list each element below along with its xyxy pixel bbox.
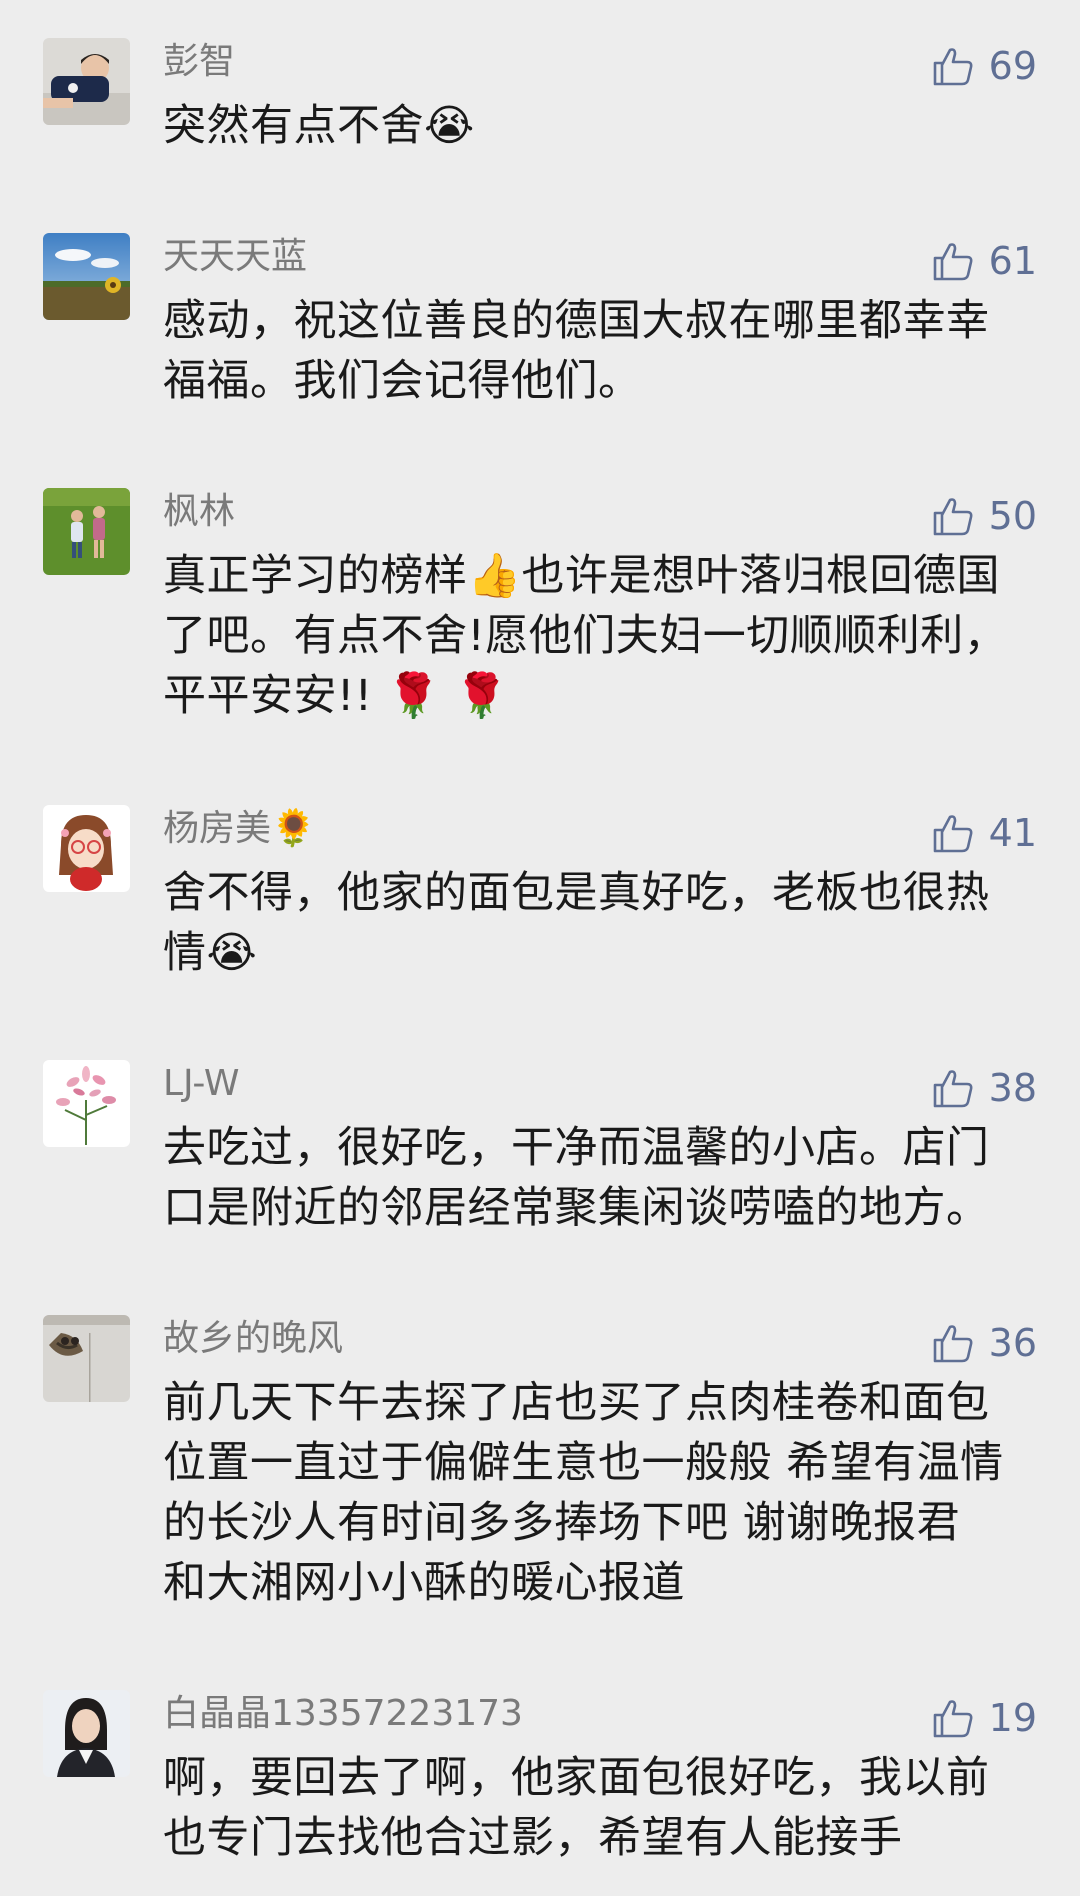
comment-line: 情😭	[163, 928, 258, 978]
comment-line: 了吧。有点不舍!愿他们夫妇一切顺顺利利，	[163, 611, 1008, 661]
comment-line: 啊，要回去了啊，他家面包很好吃，我以前	[163, 1753, 990, 1803]
like-button[interactable]: 50	[931, 492, 1037, 540]
comment-line: 的长沙人有时间多多捧场下吧 谢谢晚报君	[163, 1498, 961, 1548]
comment-text: 感动，祝这位善良的德国大叔在哪里都幸幸 福福。我们会记得他们。	[163, 291, 1043, 411]
like-button[interactable]: 19	[931, 1694, 1037, 1742]
comment-text: 真正学习的榜样👍也许是想叶落归根回德国 了吧。有点不舍!愿他们夫妇一切顺顺利利，…	[163, 546, 1043, 726]
sunflower-field-avatar[interactable]	[43, 233, 130, 320]
thumbs-up-icon	[933, 243, 973, 281]
nickname[interactable]: 天天天蓝	[163, 233, 307, 281]
thumbs-up-icon	[933, 498, 973, 536]
comment-line: 位置一直过于偏僻生意也一般般 希望有温情	[163, 1438, 1004, 1488]
swallow-nest-avatar[interactable]	[43, 1315, 130, 1402]
comment-text: 突然有点不舍😭	[163, 96, 1043, 156]
comment-text: 前几天下午去探了店也买了点肉桂卷和面包 位置一直过于偏僻生意也一般般 希望有温情…	[163, 1373, 1043, 1613]
like-button[interactable]: 36	[931, 1319, 1037, 1367]
nickname[interactable]: LJ-W	[163, 1060, 240, 1108]
comment-line: 前几天下午去探了店也买了点肉桂卷和面包	[163, 1378, 990, 1428]
comment-line: 也专门去找他合过影，希望有人能接手	[163, 1813, 903, 1863]
like-count: 38	[988, 1066, 1037, 1110]
thumbs-up-icon	[933, 48, 973, 86]
nickname[interactable]: 杨房美🌻	[163, 805, 316, 853]
thumbs-up-icon	[933, 1325, 973, 1363]
comment-line: 口是附近的邻居经常聚集闲谈唠嗑的地方。	[163, 1183, 990, 1233]
pink-flower-avatar[interactable]	[43, 1060, 130, 1147]
nickname[interactable]: 故乡的晚风	[163, 1315, 343, 1363]
nickname[interactable]: 白晶晶13357223173	[163, 1690, 523, 1738]
comment-list: 彭智 69 突然有点不舍😭 天天天蓝 61 感动，祝这位善良的德国大叔在哪里都幸…	[0, 0, 1080, 1896]
comment-line: 感动，祝这位善良的德国大叔在哪里都幸幸	[163, 296, 990, 346]
comment-line: 突然有点不舍😭	[163, 101, 475, 151]
comment-text: 舍不得，他家的面包是真好吃，老板也很热 情😭	[163, 863, 1043, 983]
cartoon-girl-avatar[interactable]	[43, 805, 130, 892]
like-count: 50	[988, 494, 1037, 538]
like-button[interactable]: 41	[931, 809, 1037, 857]
like-button[interactable]: 69	[931, 42, 1037, 90]
nickname[interactable]: 枫林	[163, 488, 235, 536]
like-count: 61	[988, 239, 1037, 283]
like-button[interactable]: 61	[931, 237, 1037, 285]
comment-text: 去吃过，很好吃，干净而温馨的小店。店门 口是附近的邻居经常聚集闲谈唠嗑的地方。	[163, 1118, 1043, 1238]
thumbs-up-icon	[933, 1700, 973, 1738]
like-count: 69	[988, 44, 1037, 88]
like-count: 19	[988, 1696, 1037, 1740]
comment-line: 和大湘网小小酥的暖心报道	[163, 1558, 685, 1608]
comment-line: 真正学习的榜样👍也许是想叶落归根回德国	[163, 551, 1001, 601]
like-count: 41	[988, 811, 1037, 855]
thumbs-up-icon	[933, 1070, 973, 1108]
like-button[interactable]: 38	[931, 1064, 1037, 1112]
comment-line: 平平安安!! 🌹 🌹	[163, 671, 509, 721]
thumbs-up-icon	[933, 815, 973, 853]
like-count: 36	[988, 1321, 1037, 1365]
nickname[interactable]: 彭智	[163, 38, 235, 86]
comment-line: 福福。我们会记得他们。	[163, 356, 642, 406]
boy-photo-avatar[interactable]	[43, 38, 130, 125]
comment-line: 去吃过，很好吃，干净而温馨的小店。店门	[163, 1123, 990, 1173]
comment-text: 啊，要回去了啊，他家面包很好吃，我以前 也专门去找他合过影，希望有人能接手	[163, 1748, 1043, 1868]
comment-line: 舍不得，他家的面包是真好吃，老板也很热	[163, 868, 990, 918]
woman-portrait-avatar[interactable]	[43, 1690, 130, 1777]
children-on-grass-avatar[interactable]	[43, 488, 130, 575]
